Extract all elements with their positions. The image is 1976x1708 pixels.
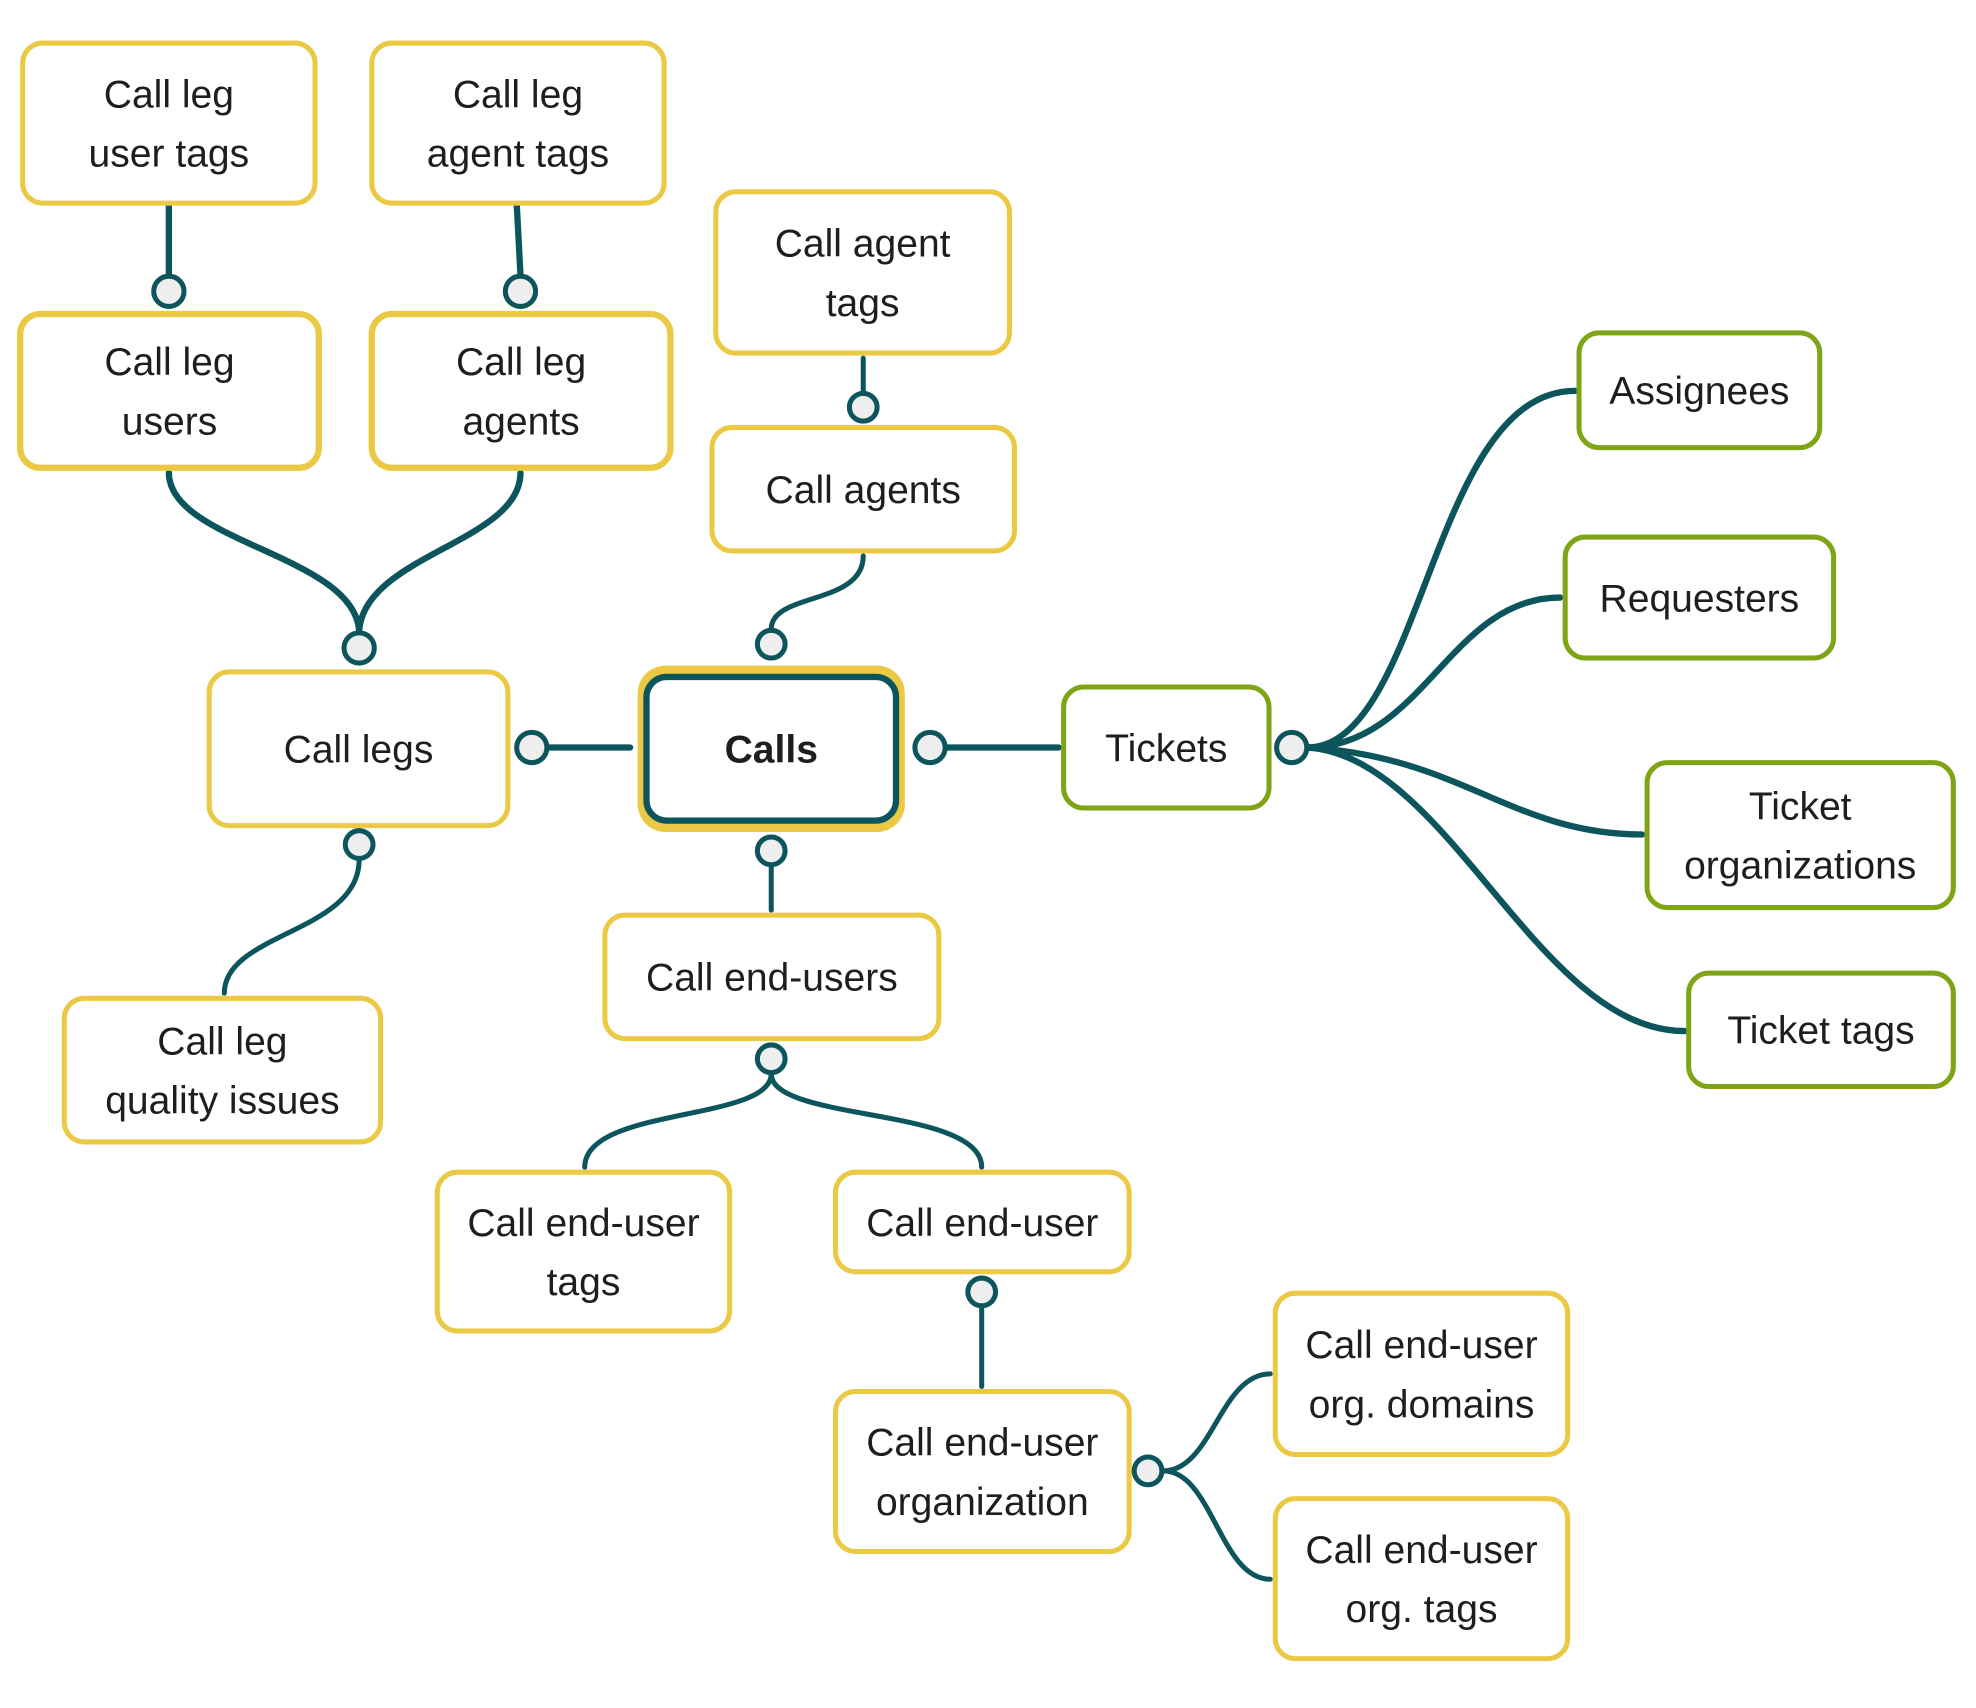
- node-label: Assignees: [1609, 370, 1789, 413]
- node-call-end-user-organization[interactable]: Call end-user organization: [832, 1388, 1132, 1555]
- node-label: Call end-user: [467, 1202, 699, 1245]
- connector-line: [1303, 744, 1689, 1035]
- node-call-end-user-tags[interactable]: Call end-user tags: [434, 1169, 733, 1334]
- node-label: Call agents: [766, 469, 961, 512]
- node-label: Ticket tags: [1727, 1010, 1914, 1053]
- node-label: Call end-users: [646, 957, 898, 1000]
- node-label: quality issues: [105, 1080, 339, 1123]
- node-label: Call leg: [104, 73, 234, 116]
- connector-knob-icon: [151, 273, 187, 309]
- node-box: [1272, 1496, 1571, 1662]
- node-call-leg-user-tags[interactable]: Call leg user tags: [20, 40, 318, 206]
- node-label: Tickets: [1105, 727, 1227, 770]
- node-label: Call end-user: [1305, 1324, 1537, 1367]
- node-label: Call agent: [775, 223, 951, 266]
- node-label: Call end-user: [1305, 1529, 1537, 1572]
- node-label: Call end-user: [866, 1202, 1098, 1245]
- node-box: [17, 310, 322, 471]
- connector-line: [356, 469, 524, 634]
- connector-knob-icon: [912, 729, 948, 766]
- node-ticket-tags[interactable]: Ticket tags: [1686, 970, 1956, 1090]
- node-label: Ticket: [1749, 785, 1852, 828]
- node-label: tags: [547, 1261, 621, 1304]
- connector-knob-icon: [502, 273, 539, 309]
- connector-line: [582, 1071, 774, 1170]
- node-call-leg-quality-issues[interactable]: Call leg quality issues: [61, 995, 384, 1145]
- node-call-end-user-org-tags[interactable]: Call end-user org. tags: [1272, 1496, 1571, 1662]
- node-box: [434, 1169, 733, 1334]
- node-call-leg-users[interactable]: Call leg users: [17, 310, 322, 471]
- connector-line: [768, 553, 866, 632]
- connector-knob-icon: [1131, 1454, 1165, 1488]
- node-calls[interactable]: Calls: [637, 665, 905, 832]
- connector-knob-icon: [754, 627, 788, 661]
- connector-line: [1160, 1371, 1273, 1474]
- node-box: [20, 40, 318, 206]
- node-label: Call legs: [284, 729, 434, 772]
- node-box: [832, 1388, 1132, 1555]
- node-call-agents[interactable]: Call agents: [709, 424, 1017, 554]
- connector-line: [1160, 1468, 1273, 1582]
- connector-line: [1303, 594, 1564, 751]
- node-label: organization: [876, 1481, 1089, 1524]
- node-label: Call end-user: [866, 1422, 1098, 1465]
- node-label: Call leg: [456, 341, 586, 384]
- node-call-legs[interactable]: Call legs: [206, 669, 511, 829]
- connector-line: [513, 199, 524, 279]
- node-ticket-organizations[interactable]: Ticket organizations: [1644, 760, 1956, 911]
- connector-knob-icon: [846, 390, 880, 424]
- node-label: user tags: [89, 133, 250, 176]
- node-assignees[interactable]: Assignees: [1576, 330, 1823, 451]
- node-label: tags: [826, 282, 900, 325]
- connector-line: [1303, 387, 1579, 751]
- connector-knob-icon: [754, 1042, 788, 1076]
- node-label: agents: [462, 400, 579, 443]
- connector-knob-icon: [965, 1275, 999, 1309]
- node-call-end-users[interactable]: Call end-users: [602, 912, 942, 1042]
- node-label: org. domains: [1309, 1383, 1535, 1426]
- connector-line: [221, 857, 362, 996]
- node-call-end-user[interactable]: Call end-user: [832, 1169, 1132, 1275]
- connector-knob-icon: [342, 828, 376, 861]
- node-call-agent-tags[interactable]: Call agent tags: [713, 189, 1012, 356]
- node-box: [1272, 1290, 1571, 1458]
- connector-line: [165, 469, 363, 634]
- node-label: Call leg: [104, 341, 234, 384]
- node-box: [713, 189, 1012, 356]
- node-call-end-user-org-domains[interactable]: Call end-user org. domains: [1272, 1290, 1571, 1458]
- node-label: users: [122, 400, 217, 443]
- node-label: agent tags: [427, 133, 609, 176]
- node-box: [368, 310, 674, 471]
- node-label: Calls: [725, 729, 818, 772]
- node-label: Call leg: [157, 1020, 287, 1063]
- node-label: Requesters: [1600, 577, 1800, 620]
- node-box: [369, 40, 667, 206]
- connector-knob-icon: [341, 630, 377, 666]
- calls-schema-diagram: Calls Call leg user tags Call leg agent tags…: [17, 40, 1956, 1662]
- node-call-leg-agents[interactable]: Call leg agents: [368, 310, 674, 471]
- node-tickets[interactable]: Tickets: [1061, 684, 1272, 811]
- node-requesters[interactable]: Requesters: [1562, 534, 1837, 661]
- connector-knob-icon: [754, 834, 788, 868]
- connector-knob-icon: [514, 729, 550, 766]
- node-label: organizations: [1684, 845, 1916, 888]
- connector-knob-icon: [1274, 729, 1310, 766]
- node-label: Call leg: [453, 73, 583, 116]
- connector-line: [768, 1071, 985, 1170]
- node-call-leg-agent-tags[interactable]: Call leg agent tags: [369, 40, 667, 206]
- node-label: org. tags: [1346, 1588, 1498, 1631]
- nodes: Calls Call leg user tags Call leg agent tags…: [17, 40, 1956, 1662]
